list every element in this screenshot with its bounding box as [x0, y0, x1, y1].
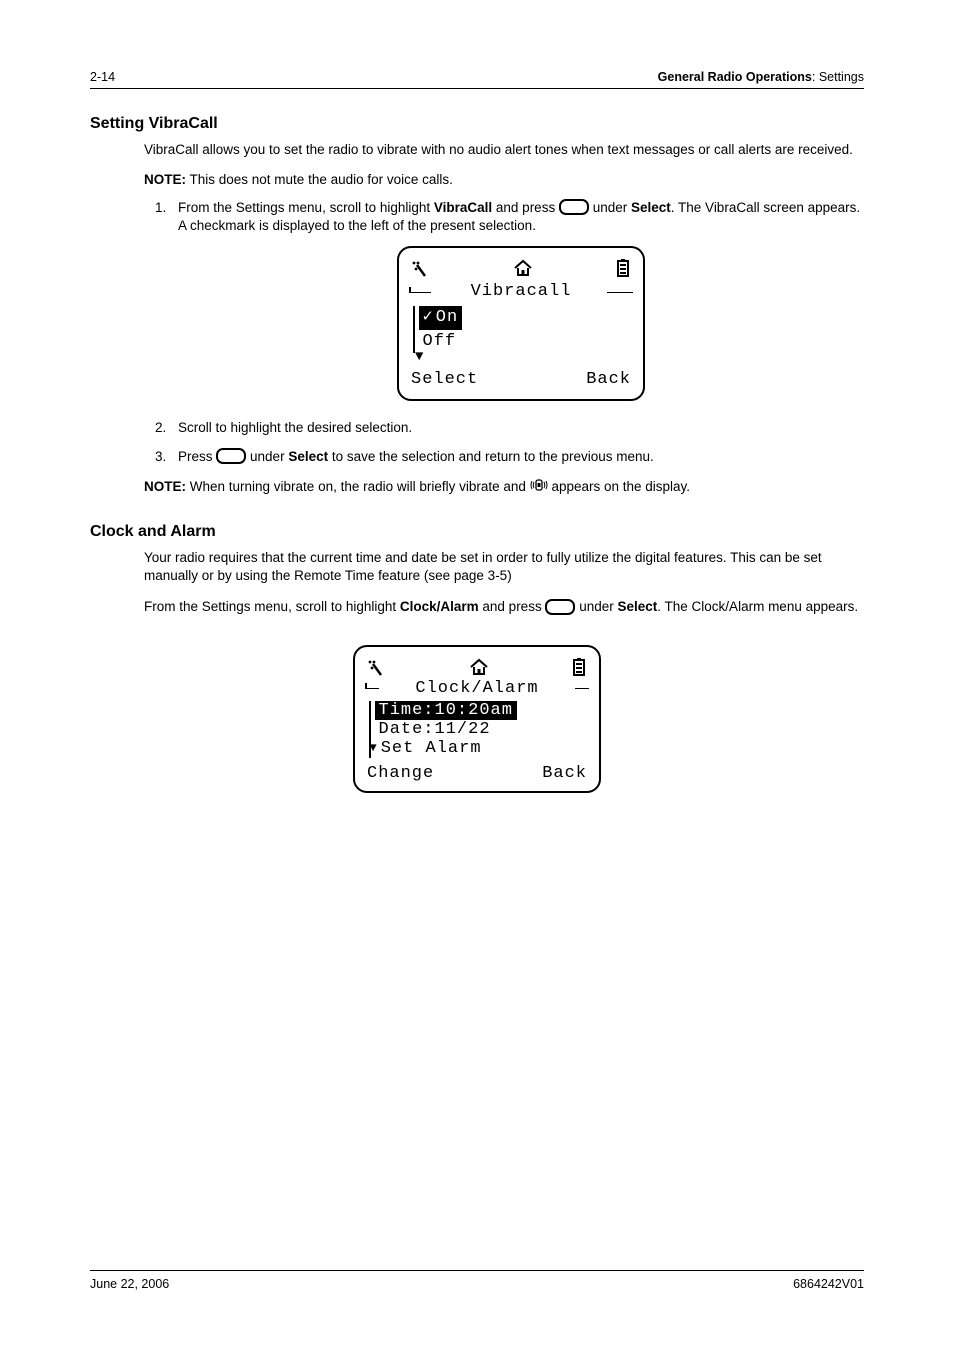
battery-icon [615, 258, 631, 278]
vibracall-note-display: NOTE: When turning vibrate on, the radio… [144, 478, 864, 497]
vibrate-icon [530, 477, 548, 496]
vibracall-screen-illustration: Vibracall ✓On Off [178, 246, 864, 401]
screen-title: Clock/Alarm [367, 679, 587, 698]
clockalarm-intro: Your radio requires that the current tim… [144, 549, 864, 586]
page-footer: June 22, 2006 6864242V01 [90, 1270, 864, 1291]
note-label: NOTE: [144, 172, 186, 187]
clockalarm-instruction: From the Settings menu, scroll to highli… [144, 598, 864, 617]
menu-item-setalarm: Set Alarm [377, 739, 486, 758]
vibracall-step-1: From the Settings menu, scroll to highli… [170, 199, 864, 401]
home-icon [513, 259, 533, 277]
heading-clockalarm: Clock and Alarm [90, 523, 864, 541]
softkey-right: Back [586, 368, 631, 391]
footer-date: June 22, 2006 [90, 1277, 169, 1291]
vibracall-intro: VibraCall allows you to set the radio to… [144, 141, 864, 160]
heading-vibracall: Setting VibraCall [90, 115, 864, 133]
radio-screen: Vibracall ✓On Off [397, 246, 645, 401]
softkey-button-icon [559, 199, 589, 215]
vibracall-step-2: Scroll to highlight the desired selectio… [170, 419, 864, 438]
page-number: 2-14 [90, 70, 115, 84]
softkey-right: Back [542, 764, 587, 783]
softkey-button-icon [216, 448, 246, 464]
footer-docnum: 6864242V01 [793, 1277, 864, 1291]
status-bar [367, 657, 587, 677]
menu-item-on: ✓On [419, 306, 463, 329]
header-section-rest: : Settings [812, 70, 864, 84]
softkey-button-icon [545, 599, 575, 615]
note-text: This does not mute the audio for voice c… [186, 172, 453, 187]
note-label: NOTE: [144, 479, 186, 494]
scroll-down-arrow: ▼ [415, 353, 631, 361]
radio-screen: Clock/Alarm Time:10:20am Date:11/22 ▼ Se… [353, 645, 601, 793]
home-icon [469, 658, 489, 676]
screen-title: Vibracall [411, 280, 631, 303]
vibracall-note-mute: NOTE: This does not mute the audio for v… [144, 172, 864, 187]
vibracall-step-3: Press under Select to save the selection… [170, 448, 864, 467]
menu-item-off: Off [419, 330, 461, 353]
running-header: 2-14 General Radio Operations: Settings [90, 70, 864, 89]
header-section-bold: General Radio Operations [658, 70, 812, 84]
softkey-left: Select [411, 368, 478, 391]
signal-icon [367, 658, 387, 676]
screen-title-text: Vibracall [467, 280, 576, 303]
signal-icon [411, 259, 431, 277]
menu-item-date: Date:11/22 [375, 720, 495, 739]
status-bar [411, 258, 631, 278]
header-section: General Radio Operations: Settings [658, 70, 864, 84]
vibracall-steps: From the Settings menu, scroll to highli… [144, 199, 864, 467]
screen-title-text: Clock/Alarm [411, 679, 542, 698]
menu-item-time: Time:10:20am [375, 701, 517, 720]
softkey-left: Change [367, 764, 434, 783]
clockalarm-screen-illustration: Clock/Alarm Time:10:20am Date:11/22 ▼ Se… [90, 645, 864, 793]
battery-icon [571, 657, 587, 677]
